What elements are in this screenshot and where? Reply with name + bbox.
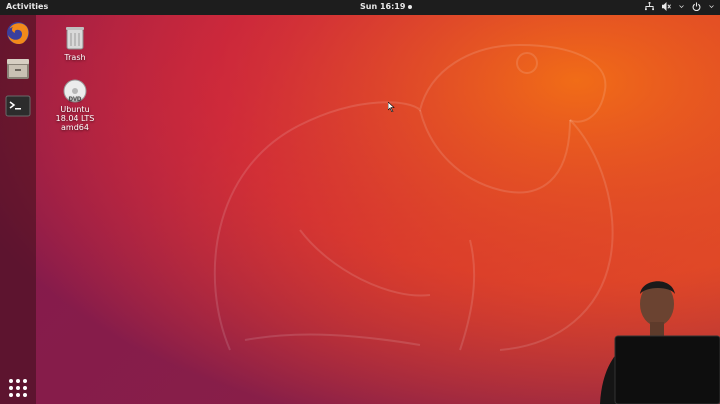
- mouse-cursor-icon: [388, 102, 395, 112]
- app-grid-icon[interactable]: [5, 375, 31, 401]
- files-icon[interactable]: [5, 56, 31, 82]
- terminal-icon[interactable]: [5, 93, 31, 119]
- clock-menu[interactable]: Sun 16:19: [360, 2, 413, 11]
- notification-dot: [408, 4, 413, 9]
- top-bar: Activities Sun 16:19: [0, 0, 720, 15]
- clock-label: Sun 16:19: [360, 2, 406, 11]
- desktop-icon-label: Trash: [64, 53, 86, 62]
- dvd-icon: DVD: [63, 79, 87, 103]
- chevron-down-icon: [679, 5, 684, 8]
- svg-text:DVD: DVD: [69, 97, 82, 103]
- desktop-icon-dvd[interactable]: DVD Ubuntu 18.04 LTS amd64: [52, 79, 98, 132]
- desktop-icon-label-line1: Ubuntu: [60, 105, 90, 114]
- system-tray[interactable]: [645, 2, 714, 11]
- network-icon: [645, 2, 654, 11]
- trash-icon: [66, 27, 84, 50]
- desktop-icon-trash[interactable]: Trash: [55, 25, 95, 62]
- chevron-down-icon: [709, 5, 714, 8]
- desktop-icon-label-line3: amd64: [61, 123, 89, 132]
- firefox-icon[interactable]: [5, 20, 31, 46]
- presenter-webcam-overlay: [600, 281, 720, 404]
- desktop-icon-label-line2: 18.04 LTS: [55, 114, 95, 123]
- dock: [0, 15, 36, 404]
- power-icon: [692, 2, 701, 11]
- activities-button[interactable]: Activities: [6, 2, 48, 11]
- volume-icon: [662, 2, 671, 11]
